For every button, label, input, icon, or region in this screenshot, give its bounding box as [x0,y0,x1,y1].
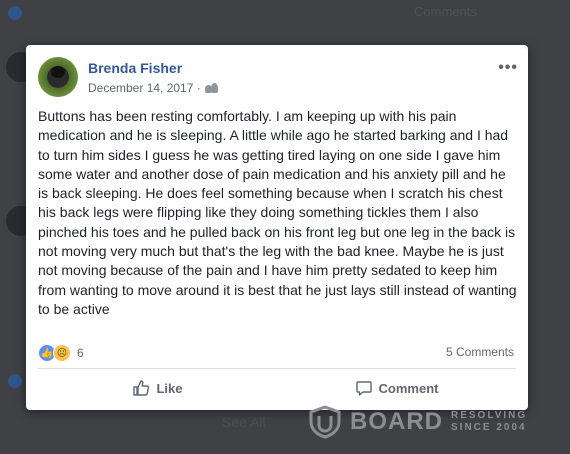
comments-count-link[interactable]: 5 Comments [446,345,514,359]
like-button-label: Like [156,380,183,396]
actions-divider [38,368,516,369]
thumbs-up-icon [133,380,150,396]
post-actions-bar: Like Comment [38,371,516,405]
sad-reaction-icon: ☹ [53,344,71,362]
friends-icon[interactable] [204,83,218,93]
background-reaction-icon [8,6,22,20]
author-name[interactable]: Brenda Fisher [88,60,182,76]
reactions-count: 6 [77,346,84,360]
post-meta: December 14, 2017 · [88,81,218,95]
like-button[interactable]: Like [38,371,277,405]
board-watermark: BOARD RESOLVING SINCE 2004 [308,405,527,439]
watermark-brand: BOARD [350,408,443,435]
watermark-tagline-2: SINCE 2004 [451,422,527,433]
author-avatar[interactable] [38,57,78,97]
comment-button[interactable]: Comment [277,371,516,405]
watermark-tagline-1: RESOLVING [451,410,528,421]
post-text: Buttons has been resting comfortably. I … [38,108,517,317]
comment-bubble-icon [355,381,372,396]
background-comments-link: Comments [414,4,477,19]
post-date[interactable]: December 14, 2017 · [88,81,201,95]
reactions-summary[interactable]: 👍 ☹ 6 [38,344,84,362]
shield-logo-icon [309,405,341,439]
watermark-tagline: RESOLVING SINCE 2004 [451,410,527,434]
background-reaction-icon [8,374,22,388]
background-see-all-link: See All [222,414,266,430]
more-options-button[interactable]: ••• [498,59,518,77]
comment-button-label: Comment [378,380,439,396]
post-card: Brenda Fisher December 14, 2017 · ••• Bu… [26,45,528,410]
